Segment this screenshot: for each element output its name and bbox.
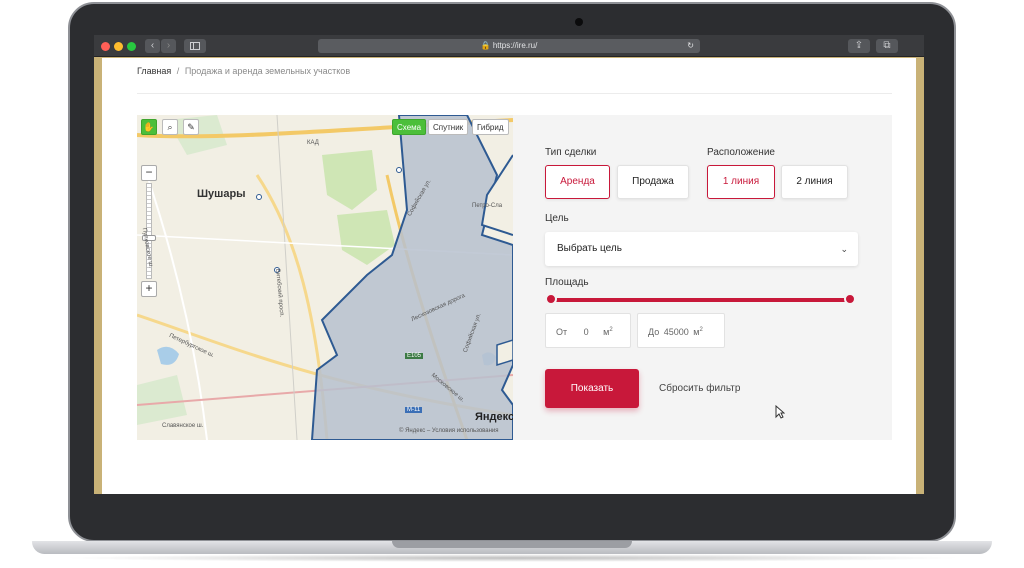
reload-icon[interactable]: ↻ <box>687 39 694 53</box>
back-button[interactable]: ‹ <box>145 39 160 53</box>
breadcrumb-current: Продажа и аренда земельных участков <box>184 66 351 76</box>
chevron-down-icon: ⌄ <box>840 244 848 254</box>
magnifier-icon: ⌕ <box>167 122 173 132</box>
map-logo: Яндекс <box>475 411 513 423</box>
purpose-label: Цель <box>545 213 569 224</box>
map-tab-satellite[interactable]: Спутник <box>428 119 469 135</box>
laptop-base-notch <box>392 541 632 548</box>
lock-icon: 🔒 <box>480 41 491 50</box>
road-badge-e105: E105 <box>405 353 424 359</box>
laptop-shadow <box>60 554 964 562</box>
ruler-tool-button[interactable]: ✎ <box>183 119 199 135</box>
zoom-in-button[interactable]: + <box>141 281 157 297</box>
area-to-input[interactable]: До 45000 м2 <box>637 313 725 348</box>
magnifier-tool-button[interactable]: ⌕ <box>162 119 178 135</box>
hand-icon: ✋ <box>143 122 155 132</box>
map-tab-hybrid[interactable]: Гибрид <box>472 119 509 135</box>
area-to-prefix: До <box>648 327 660 337</box>
map-widget[interactable]: ✋ ⌕ ✎ Схема Спутник Гибрид − + Шушары Пе… <box>137 115 513 440</box>
purpose-select[interactable]: Выбрать цель ⌄ <box>545 232 858 266</box>
breadcrumb-separator: / <box>176 66 180 76</box>
area-from-input[interactable]: От 0 м2 <box>545 313 631 348</box>
tabs-icon: ⧉ <box>883 40 891 51</box>
minimize-window-button[interactable] <box>114 42 123 51</box>
location-first-line-button[interactable]: 1 линия <box>707 165 775 199</box>
tabs-overview-button[interactable]: ⧉ <box>876 39 898 53</box>
address-bar[interactable]: 🔒 https://ire.ru/ ↻ <box>318 39 700 53</box>
breadcrumb-home-link[interactable]: Главная <box>137 66 171 76</box>
filter-panel: Тип сделки Аренда Продажа Расположение 1… <box>513 115 892 440</box>
share-button[interactable]: ⇪ <box>848 39 870 53</box>
sidebar-icon <box>190 42 200 50</box>
forward-button[interactable]: › <box>161 39 176 53</box>
camera-dot <box>575 18 583 26</box>
area-to-unit-sup: 2 <box>699 327 703 333</box>
chevron-left-icon: ‹ <box>150 40 155 51</box>
zoom-window-button[interactable] <box>127 42 136 51</box>
location-second-line-button[interactable]: 2 линия <box>781 165 848 199</box>
laptop-screen: ‹ › 🔒 https://ire.ru/ ↻ ⇪ ⧉ Главная / Пр… <box>94 35 924 494</box>
deal-type-sale-button[interactable]: Продажа <box>617 165 689 199</box>
area-max-handle[interactable] <box>844 293 856 305</box>
reset-filter-link[interactable]: Сбросить фильтр <box>659 383 740 394</box>
area-from-value: 0 <box>583 327 589 337</box>
map-label-petro: Петро-Сла <box>472 203 503 209</box>
ruler-icon: ✎ <box>187 122 195 132</box>
web-page: Главная / Продажа и аренда земельных уча… <box>102 58 916 494</box>
hand-tool-button[interactable]: ✋ <box>141 119 157 135</box>
road-badge-m11: М-11 <box>405 407 423 413</box>
area-to-value: 45000 <box>663 327 689 337</box>
mouse-cursor-icon <box>775 405 785 419</box>
area-from-unit-sup: 2 <box>609 327 613 333</box>
share-icon: ⇪ <box>854 40 864 51</box>
deal-type-rent-button[interactable]: Аренда <box>545 165 610 199</box>
sidebar-toggle-button[interactable] <box>184 39 206 53</box>
area-range-track[interactable] <box>551 298 850 302</box>
area-label: Площадь <box>545 277 589 288</box>
browser-toolbar: ‹ › 🔒 https://ire.ru/ ↻ ⇪ ⧉ <box>94 35 924 57</box>
breadcrumb: Главная / Продажа и аренда земельных уча… <box>137 66 350 76</box>
deal-type-label: Тип сделки <box>545 147 597 158</box>
area-from-prefix: От <box>556 327 568 337</box>
divider <box>137 93 892 94</box>
zoom-out-button[interactable]: − <box>141 165 157 181</box>
close-window-button[interactable] <box>101 42 110 51</box>
laptop-mockup: ‹ › 🔒 https://ire.ru/ ↻ ⇪ ⧉ Главная / Пр… <box>0 0 1024 568</box>
map-tab-scheme[interactable]: Схема <box>392 119 427 135</box>
purpose-select-value: Выбрать цель <box>557 243 622 254</box>
show-button[interactable]: Показать <box>545 369 639 408</box>
area-min-handle[interactable] <box>545 293 557 305</box>
chevron-right-icon: › <box>166 40 171 51</box>
map-label-slavyanskoe: Славянское ш. <box>162 423 204 429</box>
map-label-town: Шушары <box>197 188 246 200</box>
address-bar-url: https://ire.ru/ <box>492 41 538 50</box>
location-label: Расположение <box>707 147 775 158</box>
map-copyright-link[interactable]: © Яндекс – Условия использования <box>399 428 499 434</box>
map-label-kad: КАД <box>307 140 319 146</box>
